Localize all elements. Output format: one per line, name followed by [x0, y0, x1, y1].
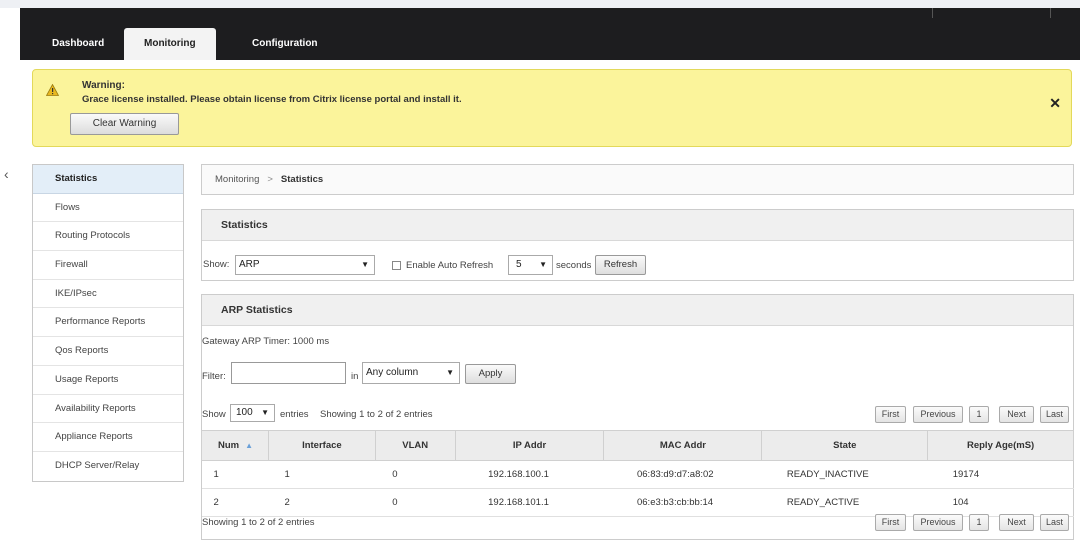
- cell-num: 1: [201, 460, 269, 489]
- breadcrumb-separator: >: [267, 174, 273, 185]
- nav-tabs: Dashboard Monitoring Configuration: [20, 28, 338, 60]
- cell-ip-addr: 192.168.101.1: [455, 488, 604, 517]
- chevron-down-icon: ▼: [446, 368, 454, 377]
- previous-page-button[interactable]: Previous: [913, 406, 963, 423]
- chevron-down-icon: ▼: [539, 260, 547, 269]
- sidebar-item-appliance-reports[interactable]: Appliance Reports: [33, 423, 183, 452]
- warning-triangle-icon: [46, 84, 59, 96]
- collapse-sidebar-icon[interactable]: ‹: [4, 166, 9, 182]
- last-page-button[interactable]: Last: [1040, 406, 1069, 423]
- close-icon[interactable]: ✕: [1049, 95, 1061, 112]
- entries-select[interactable]: 100 ▼: [230, 404, 275, 422]
- cell-mac-addr: 06:e3:b3:cb:bb:14: [603, 488, 762, 517]
- nav-divider: [1050, 8, 1051, 18]
- arp-table: Num ▲ Interface VLAN IP Addr MAC Addr Sta…: [201, 430, 1074, 517]
- column-header-num-label: Num: [218, 440, 240, 451]
- warning-message: Grace license installed. Please obtain l…: [82, 94, 462, 105]
- auto-refresh-label: Enable Auto Refresh: [406, 260, 494, 271]
- refresh-interval-select[interactable]: 5 ▼: [508, 255, 553, 275]
- chevron-down-icon: ▼: [361, 260, 369, 269]
- seconds-label: seconds: [556, 260, 592, 271]
- cell-num: 2: [201, 488, 269, 517]
- sidebar-item-usage-reports[interactable]: Usage Reports: [33, 366, 183, 395]
- sidebar-item-routing-protocols[interactable]: Routing Protocols: [33, 222, 183, 252]
- filter-column-value: Any column: [366, 367, 419, 378]
- table-row: 2 2 0 192.168.101.1 06:e3:b3:cb:bb:14 RE…: [201, 488, 1074, 517]
- tab-monitoring[interactable]: Monitoring: [124, 28, 216, 60]
- sidebar-item-dhcp-server-relay[interactable]: DHCP Server/Relay: [33, 452, 183, 481]
- sidebar-item-flows[interactable]: Flows: [33, 194, 183, 223]
- filter-input[interactable]: [231, 362, 346, 384]
- stat-type-select[interactable]: ARP ▼: [235, 255, 375, 275]
- cell-interface: 1: [268, 460, 376, 489]
- breadcrumb-monitoring[interactable]: Monitoring: [215, 174, 259, 185]
- breadcrumb-current: Statistics: [280, 174, 324, 185]
- warning-banner: Warning: Grace license installed. Please…: [32, 69, 1072, 147]
- sidebar-item-firewall[interactable]: Firewall: [33, 251, 183, 280]
- refresh-button[interactable]: Refresh: [595, 255, 646, 275]
- in-label: in: [351, 371, 359, 382]
- tab-configuration[interactable]: Configuration: [216, 28, 338, 60]
- refresh-interval-value: 5: [516, 259, 522, 270]
- column-header-num[interactable]: Num ▲: [201, 430, 269, 461]
- first-page-button[interactable]: First: [875, 406, 906, 423]
- warning-title: Warning:: [82, 80, 125, 91]
- apply-button[interactable]: Apply: [465, 364, 516, 384]
- stat-type-value: ARP: [239, 259, 260, 270]
- gateway-arp-timer: Gateway ARP Timer: 1000 ms: [202, 336, 330, 347]
- column-header-reply-age[interactable]: Reply Age(mS): [927, 430, 1074, 461]
- column-header-mac-addr[interactable]: MAC Addr: [603, 430, 763, 461]
- cell-vlan: 0: [375, 460, 456, 489]
- clear-warning-button[interactable]: Clear Warning: [70, 113, 179, 135]
- arp-panel-title: ARP Statistics: [202, 295, 1073, 326]
- column-header-ip-addr[interactable]: IP Addr: [454, 430, 605, 461]
- show-label: Show:: [203, 259, 230, 270]
- showing-info-bottom: Showing 1 to 2 of 2 entries: [202, 517, 315, 528]
- sidebar-item-ike-ipsec[interactable]: IKE/IPsec: [33, 280, 183, 309]
- top-strip: [0, 0, 1080, 8]
- cell-reply-age: 19174: [927, 460, 1074, 489]
- entries-value: 100: [236, 407, 253, 418]
- column-header-state[interactable]: State: [761, 430, 929, 461]
- nav-divider: [932, 8, 933, 18]
- sidebar-item-performance-reports[interactable]: Performance Reports: [33, 308, 183, 338]
- next-page-button-bottom[interactable]: Next: [999, 514, 1034, 531]
- chevron-down-icon: ▼: [261, 408, 269, 417]
- filter-column-select[interactable]: Any column ▼: [362, 362, 460, 384]
- first-page-button-bottom[interactable]: First: [875, 514, 906, 531]
- tab-dashboard[interactable]: Dashboard: [20, 28, 124, 60]
- table-row: 1 1 0 192.168.100.1 06:83:d9:d7:a8:02 RE…: [201, 460, 1074, 489]
- page-1-button-bottom[interactable]: 1: [969, 514, 989, 531]
- column-header-interface[interactable]: Interface: [267, 430, 376, 461]
- next-page-button[interactable]: Next: [999, 406, 1034, 423]
- page-1-button[interactable]: 1: [969, 406, 989, 423]
- showing-info-top: Showing 1 to 2 of 2 entries: [320, 409, 433, 420]
- cell-state: READY_INACTIVE: [761, 460, 928, 489]
- last-page-button-bottom[interactable]: Last: [1040, 514, 1069, 531]
- show-entries-label: Show: [202, 409, 226, 420]
- cell-mac-addr: 06:83:d9:d7:a8:02: [603, 460, 762, 489]
- top-nav-bar: Dashboard Monitoring Configuration: [20, 8, 1080, 60]
- previous-page-button-bottom[interactable]: Previous: [913, 514, 963, 531]
- auto-refresh-checkbox[interactable]: [392, 261, 401, 270]
- breadcrumb: Monitoring > Statistics: [201, 164, 1074, 195]
- cell-state: READY_ACTIVE: [761, 488, 928, 517]
- sidebar-item-statistics[interactable]: Statistics: [33, 165, 183, 194]
- cell-reply-age: 104: [927, 488, 1074, 517]
- statistics-panel-title: Statistics: [202, 210, 1073, 241]
- cell-interface: 2: [268, 488, 376, 517]
- cell-vlan: 0: [375, 488, 456, 517]
- filter-label: Filter:: [202, 371, 226, 382]
- cell-ip-addr: 192.168.100.1: [455, 460, 604, 489]
- column-header-vlan[interactable]: VLAN: [374, 430, 456, 461]
- sidebar-item-qos-reports[interactable]: Qos Reports: [33, 337, 183, 366]
- table-header-row: Num ▲ Interface VLAN IP Addr MAC Addr Sta…: [201, 430, 1074, 461]
- sort-ascending-icon: ▲: [245, 441, 254, 450]
- sidebar: Statistics Flows Routing Protocols Firew…: [32, 164, 184, 482]
- sidebar-item-availability-reports[interactable]: Availability Reports: [33, 395, 183, 424]
- entries-label: entries: [280, 409, 309, 420]
